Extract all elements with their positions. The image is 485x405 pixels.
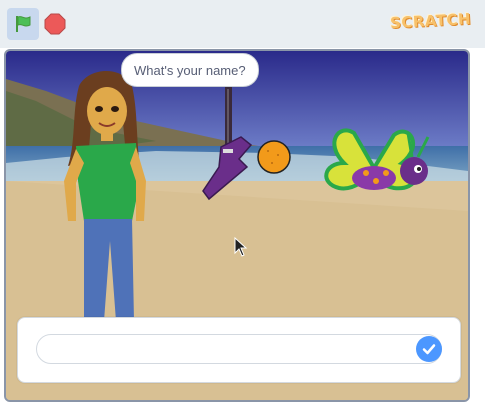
stop-icon bbox=[44, 13, 66, 35]
orange-sprite[interactable] bbox=[256, 139, 292, 175]
ask-prompt-panel bbox=[17, 317, 461, 383]
answer-input[interactable] bbox=[36, 334, 442, 364]
scratch-logo: SCRATCH bbox=[389, 9, 472, 33]
guitar-sprite[interactable] bbox=[201, 87, 256, 207]
stop-button[interactable] bbox=[43, 12, 67, 36]
stage-header: SCRATCH bbox=[0, 0, 485, 48]
speech-bubble: What's your name? bbox=[121, 53, 259, 87]
green-flag-button[interactable] bbox=[7, 8, 39, 40]
stage[interactable]: What's your name? bbox=[4, 49, 470, 402]
mouse-cursor-icon bbox=[234, 237, 248, 257]
submit-answer-button[interactable] bbox=[416, 336, 442, 362]
butterfly-sprite[interactable] bbox=[314, 123, 449, 213]
green-flag-icon bbox=[16, 16, 31, 32]
check-icon bbox=[422, 344, 436, 355]
girl-sprite[interactable] bbox=[54, 71, 154, 321]
